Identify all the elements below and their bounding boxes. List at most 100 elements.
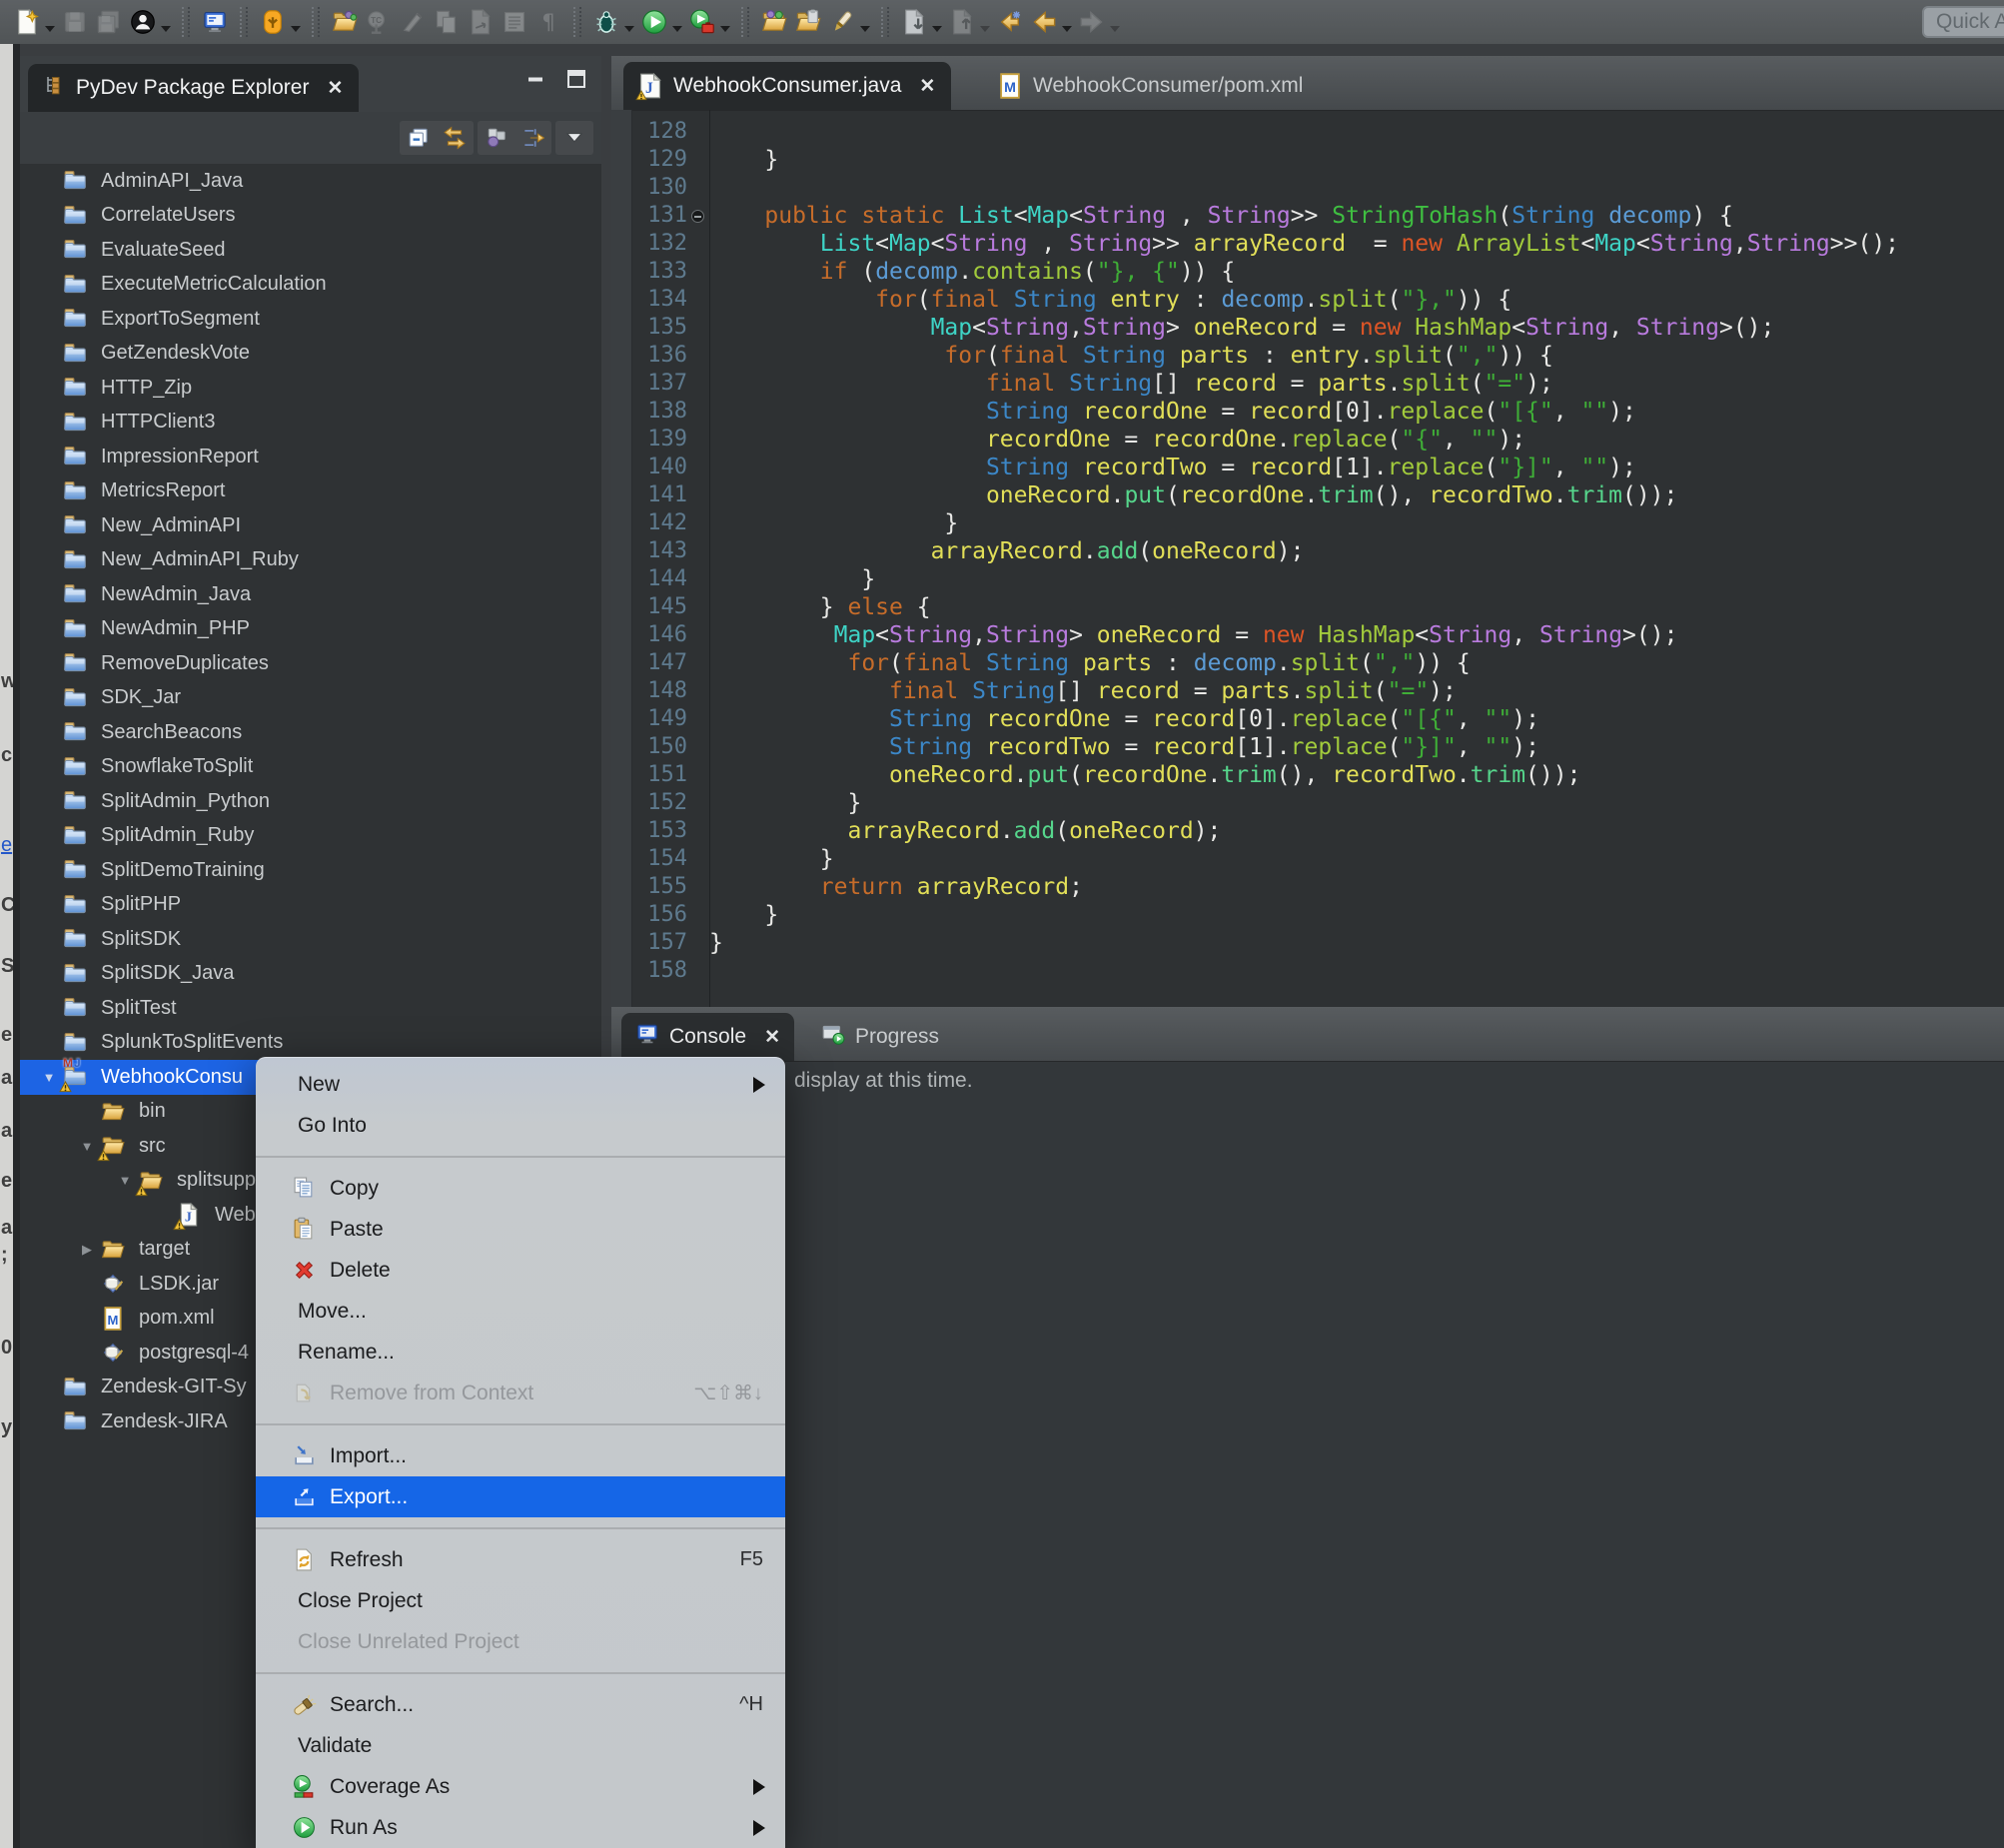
line-number: 147 — [611, 649, 687, 677]
menu-item-search[interactable]: Search...^H — [256, 1684, 785, 1725]
code-text: List<Map<String , String>> arrayRecord =… — [709, 230, 2004, 258]
tab-console[interactable]: Console ✕ — [621, 1013, 794, 1061]
tree-item-http-zip[interactable]: HTTP_Zip — [20, 371, 601, 406]
close-icon[interactable]: ✕ — [327, 77, 343, 100]
menu-item-refresh[interactable]: RefreshF5 — [256, 1539, 785, 1580]
run-icon[interactable] — [638, 6, 670, 38]
dropdown-caret-icon[interactable] — [1062, 26, 1072, 32]
package-presentation-icon[interactable] — [482, 123, 511, 153]
menu-item-coverage-as[interactable]: Coverage As — [256, 1766, 785, 1807]
dropdown-caret-icon[interactable] — [161, 26, 171, 32]
open-wizard-icon[interactable] — [329, 6, 361, 38]
dropdown-caret-icon[interactable] — [860, 26, 870, 32]
tree-item-splitadmin-ruby[interactable]: SplitAdmin_Ruby — [20, 819, 601, 854]
tree-item-sdk-jar[interactable]: SDK_Jar — [20, 681, 601, 716]
tree-item-new-adminapi-ruby[interactable]: New_AdminAPI_Ruby — [20, 543, 601, 578]
maximize-icon[interactable] — [565, 68, 587, 95]
code-editor[interactable]: 128129 }130131 public static List<Map<St… — [611, 110, 2004, 1007]
external-tools-icon[interactable] — [686, 6, 718, 38]
tree-item-executemetriccalculation[interactable]: ExecuteMetricCalculation — [20, 268, 601, 303]
dropdown-caret-icon[interactable] — [932, 26, 942, 32]
tree-item-splitphp[interactable]: SplitPHP — [20, 888, 601, 923]
menu-item-new[interactable]: New — [256, 1064, 785, 1105]
collapse-all-icon[interactable] — [404, 123, 434, 153]
focus-on-task-icon[interactable] — [517, 123, 547, 153]
mark-occurrences-icon[interactable] — [826, 6, 858, 38]
dropdown-caret-icon[interactable] — [672, 26, 682, 32]
tree-item-exporttosegment[interactable]: ExportToSegment — [20, 302, 601, 337]
code-text: Map<String,String> oneRecord = new HashM… — [709, 314, 2004, 342]
tree-item-getzendeskvote[interactable]: GetZendeskVote — [20, 337, 601, 372]
tree-item-evaluateseed[interactable]: EvaluateSeed — [20, 233, 601, 268]
tree-item-httpclient3[interactable]: HTTPClient3 — [20, 406, 601, 441]
tree-item-splitdemotraining[interactable]: SplitDemoTraining — [20, 853, 601, 888]
fold-column — [687, 398, 709, 426]
project-icon — [62, 892, 92, 918]
minimize-icon[interactable] — [525, 68, 547, 95]
view-menu-icon[interactable] — [559, 123, 589, 153]
tab-progress[interactable]: Progress — [807, 1013, 953, 1061]
tree-item-impressionreport[interactable]: ImpressionReport — [20, 440, 601, 474]
link-with-editor-icon[interactable] — [440, 123, 470, 153]
fold-column — [687, 817, 709, 845]
debug-icon[interactable] — [590, 6, 622, 38]
tree-item-newadmin-php[interactable]: NewAdmin_PHP — [20, 612, 601, 647]
tab-webhookconsumer-pom-xml[interactable]: M WebhookConsumer/pom.xml — [983, 62, 1319, 110]
next-annotation-icon[interactable] — [898, 6, 930, 38]
menu-item-close-unrelated-project: Close Unrelated Project — [256, 1621, 785, 1662]
tree-item-splitadmin-python[interactable]: SplitAdmin_Python — [20, 784, 601, 819]
menu-item-paste[interactable]: Paste — [256, 1209, 785, 1250]
tab-webhookconsumer-java[interactable]: J WebhookConsumer.java ✕ — [623, 62, 951, 110]
code-text: String recordOne = record[0].replace("[{… — [709, 705, 2004, 733]
open-task-icon[interactable] — [792, 6, 824, 38]
project-icon — [62, 754, 92, 780]
toolbar-separator — [573, 7, 581, 37]
menu-item-go-into[interactable]: Go Into — [256, 1105, 785, 1146]
last-edit-location-icon[interactable] — [994, 6, 1026, 38]
tree-item-splunktosplitevents[interactable]: SplunkToSplitEvents — [20, 1026, 601, 1061]
console-view-icon[interactable] — [199, 6, 231, 38]
menu-item-rename[interactable]: Rename... — [256, 1332, 785, 1373]
tree-item-splitsdk[interactable]: SplitSDK — [20, 922, 601, 957]
tree-item-searchbeacons[interactable]: SearchBeacons — [20, 715, 601, 750]
fold-marker-icon[interactable] — [687, 202, 709, 230]
menu-item-delete[interactable]: Delete — [256, 1250, 785, 1291]
user-profile-icon[interactable] — [127, 6, 159, 38]
fold-column — [687, 426, 709, 454]
quick-access-box[interactable]: Quick Access — [1922, 6, 2004, 38]
menu-item-import[interactable]: Import... — [256, 1435, 785, 1476]
fold-column — [687, 649, 709, 677]
tree-item-removeduplicates[interactable]: RemoveDuplicates — [20, 646, 601, 681]
tree-item-correlateusers[interactable]: CorrelateUsers — [20, 199, 601, 234]
delete-icon — [292, 1258, 330, 1283]
back-icon[interactable] — [1028, 6, 1060, 38]
tree-item-snowflaketosplit[interactable]: SnowflakeToSplit — [20, 750, 601, 785]
close-icon[interactable]: ✕ — [919, 75, 935, 98]
menu-item-move[interactable]: Move... — [256, 1291, 785, 1332]
menu-item-export[interactable]: Export... — [256, 1476, 785, 1517]
tree-item-adminapi-java[interactable]: AdminAPI_Java — [20, 164, 601, 199]
menu-item-close-project[interactable]: Close Project — [256, 1580, 785, 1621]
tree-item-splitsdk-java[interactable]: SplitSDK_Java — [20, 957, 601, 992]
menu-item-run-as[interactable]: Run As — [256, 1807, 785, 1848]
collapsed-arrow-icon[interactable]: ▶ — [74, 1242, 100, 1258]
tree-item-metricsreport[interactable]: MetricsReport — [20, 474, 601, 509]
close-icon[interactable]: ✕ — [764, 1026, 780, 1049]
menu-item-copy[interactable]: Copy — [256, 1168, 785, 1209]
open-type-icon[interactable] — [758, 6, 790, 38]
split-connector-icon[interactable] — [257, 6, 289, 38]
dropdown-caret-icon[interactable] — [45, 26, 55, 32]
tab-pydev-package-explorer[interactable]: PyDev Package Explorer ✕ — [28, 64, 359, 112]
menu-item-validate[interactable]: Validate — [256, 1725, 785, 1766]
tree-item-new-adminapi[interactable]: New_AdminAPI — [20, 508, 601, 543]
dropdown-caret-icon[interactable] — [624, 26, 634, 32]
line-number: 148 — [611, 677, 687, 705]
new-wizard-icon[interactable] — [11, 6, 43, 38]
tree-item-label: postgresql-4 — [139, 1342, 249, 1365]
tree-item-label: target — [139, 1238, 190, 1261]
dropdown-caret-icon[interactable] — [720, 26, 730, 32]
dropdown-caret-icon[interactable] — [291, 26, 301, 32]
tree-item-splittest[interactable]: SplitTest — [20, 991, 601, 1026]
tree-item-newadmin-java[interactable]: NewAdmin_Java — [20, 577, 601, 612]
project-icon — [62, 203, 92, 229]
